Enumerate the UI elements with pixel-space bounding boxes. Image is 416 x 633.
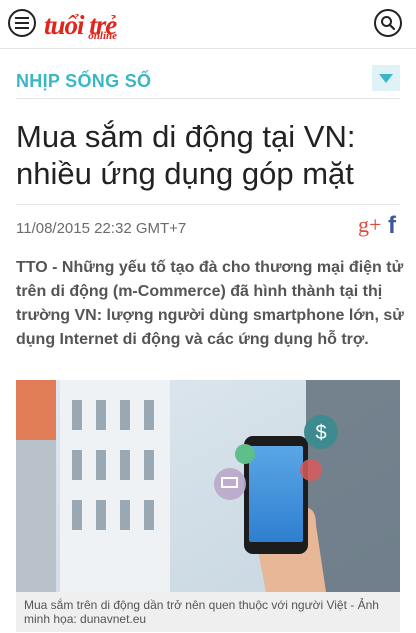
section-dropdown-button[interactable] <box>372 65 400 91</box>
article-image: $ <box>16 380 400 592</box>
menu-button[interactable] <box>8 9 36 37</box>
article-datetime: 11/08/2015 22:32 GMT+7 <box>16 220 187 237</box>
search-icon <box>381 16 396 31</box>
google-plus-icon: g+ <box>358 212 382 237</box>
facebook-icon: f <box>388 212 396 239</box>
hamburger-icon <box>15 17 29 29</box>
search-button[interactable] <box>374 9 402 37</box>
google-plus-share-button[interactable]: g+ <box>358 212 381 238</box>
article-headline: Mua sắm di động tại VN: nhiều ứng dụng g… <box>16 119 356 191</box>
top-bar: tuổi trẻ online <box>0 0 416 49</box>
section-title[interactable]: NHỊP SỐNG SỐ <box>16 71 151 92</box>
article-lead: TTO - Những yếu tố tạo đà cho thương mại… <box>16 259 404 348</box>
image-caption: Mua sắm trên di động dần trở nên quen th… <box>16 592 400 632</box>
phone-shopping-illustration: $ <box>16 380 400 592</box>
facebook-share-button[interactable]: f <box>388 212 396 240</box>
site-logo[interactable]: tuổi trẻ online <box>44 6 117 42</box>
logo-sub-text: online <box>88 30 117 42</box>
chevron-down-icon <box>379 73 393 83</box>
svg-text:$: $ <box>315 422 326 444</box>
divider <box>16 204 400 205</box>
section-header: NHỊP SỐNG SỐ <box>16 64 400 99</box>
